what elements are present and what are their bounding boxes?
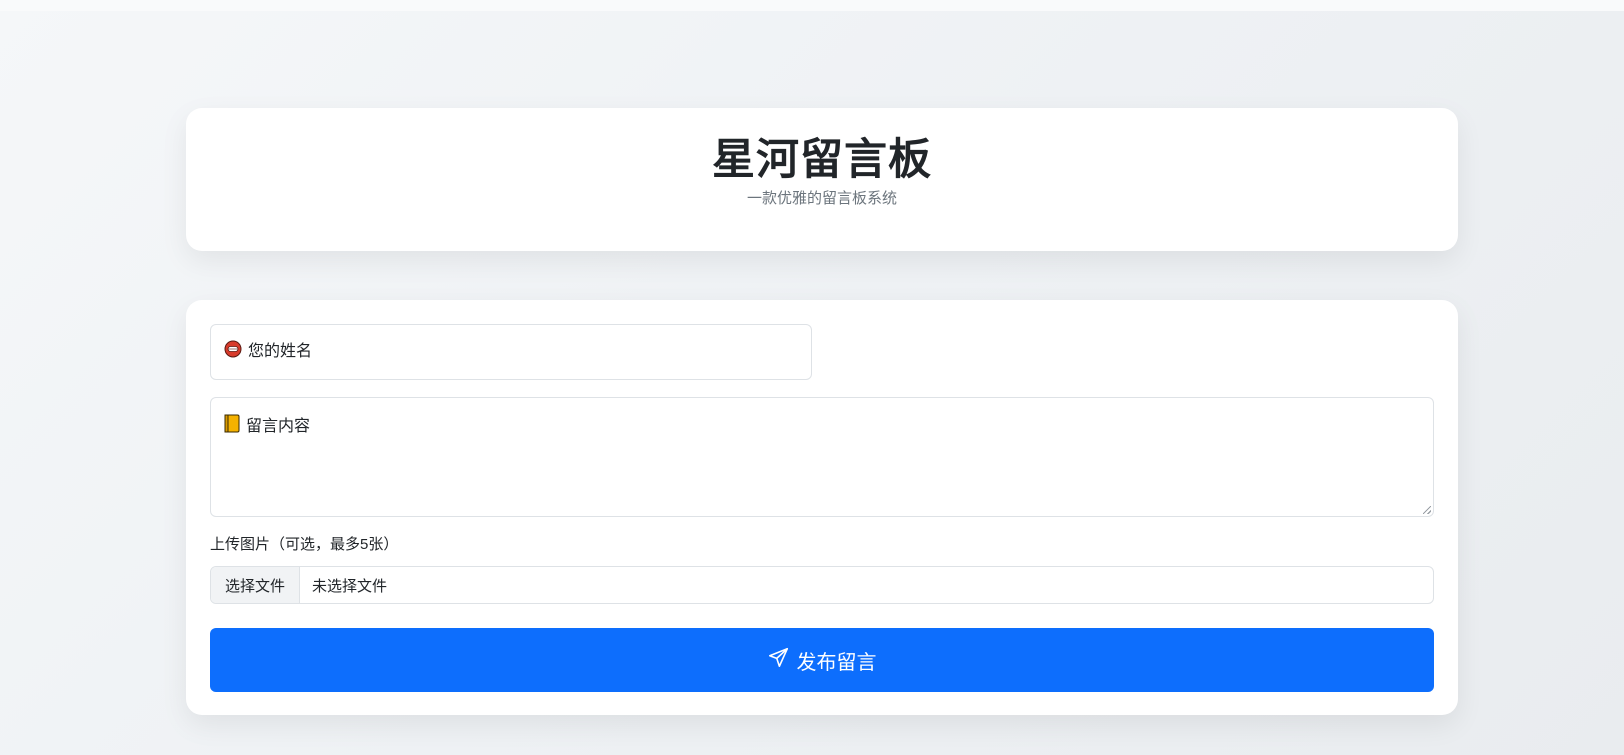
image-file-input[interactable]: 选择文件 未选择文件 [210, 566, 1434, 604]
header-card: 星河留言板 一款优雅的留言板系统 [186, 108, 1458, 251]
face-emoji-icon [224, 340, 242, 365]
submit-label: 发布留言 [796, 651, 877, 674]
name-placeholder: 您的姓名 [224, 340, 312, 365]
top-strip [0, 0, 1624, 11]
resize-handle[interactable] [1423, 506, 1431, 514]
page-subtitle: 一款优雅的留言板系统 [746, 190, 897, 207]
send-icon [768, 647, 797, 674]
content-placeholder: 留言内容 [224, 414, 310, 440]
name-placeholder-text: 您的姓名 [248, 343, 313, 360]
message-content-textarea[interactable]: 留言内容 [210, 397, 1434, 517]
choose-file-button[interactable]: 选择文件 [211, 567, 300, 603]
page-title: 星河留言板 [712, 136, 932, 184]
file-status-text: 未选择文件 [312, 577, 388, 595]
message-form: 您的姓名 留言内容 上传图片（可选，最多5张） 选择文件 未选择文件 发布留言 [186, 300, 1458, 715]
content-placeholder-text: 留言内容 [246, 418, 311, 435]
upload-label: 上传图片（可选，最多5张） [210, 536, 399, 553]
name-input[interactable]: 您的姓名 [210, 324, 812, 380]
notebook-emoji-icon [224, 414, 240, 440]
submit-button[interactable]: 发布留言 [210, 628, 1434, 692]
